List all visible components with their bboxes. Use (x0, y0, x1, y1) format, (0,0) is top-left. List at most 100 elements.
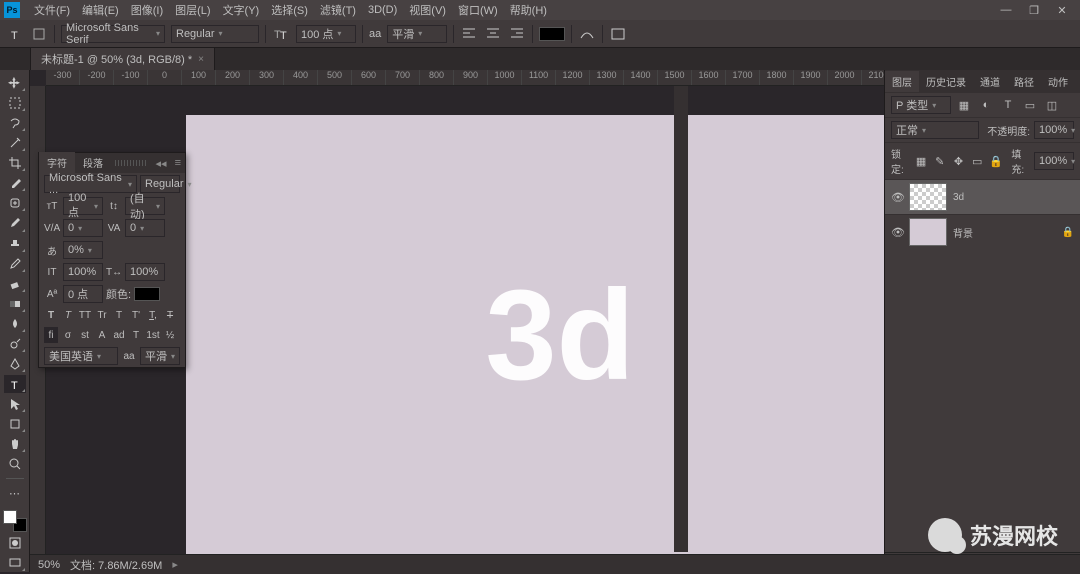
menu-3d[interactable]: 3D(D) (362, 4, 403, 16)
history-brush-tool[interactable] (4, 255, 26, 273)
opentype-btn2[interactable]: σ (61, 327, 75, 343)
canvas[interactable]: 3d (186, 115, 884, 555)
menu-edit[interactable]: 编辑(E) (76, 2, 125, 18)
opentype-btn7[interactable]: 1st (146, 327, 160, 343)
cp-hscale-dropdown[interactable]: 100% (125, 263, 165, 281)
zoom-level[interactable]: 50% (38, 559, 60, 571)
lock-position-icon[interactable]: ✥ (951, 152, 966, 170)
align-left-icon[interactable] (460, 25, 478, 43)
type-tool[interactable]: T (4, 375, 26, 393)
cp-kerning-dropdown[interactable]: 0▾ (63, 219, 103, 237)
panel-menu-icon[interactable]: ≡ (171, 157, 185, 169)
layer-filter-dropdown[interactable]: P 类型▾ (891, 96, 951, 114)
font-family-dropdown[interactable]: Microsoft Sans Serif▾ (61, 25, 165, 43)
menu-type[interactable]: 文字(Y) (217, 2, 266, 18)
text-color-swatch[interactable] (539, 27, 565, 41)
blur-tool[interactable] (4, 315, 26, 333)
filter-image-icon[interactable]: ▦ (955, 96, 973, 114)
eye-icon[interactable]: 👁 (891, 226, 903, 239)
menu-layer[interactable]: 图层(L) (169, 2, 216, 18)
fill-dropdown[interactable]: 100%▾ (1034, 152, 1074, 170)
dodge-tool[interactable] (4, 335, 26, 353)
layer-thumbnail[interactable] (909, 218, 947, 246)
edit-toolbar[interactable]: ⋯ (4, 484, 26, 502)
type-tool-icon[interactable]: T (6, 25, 24, 43)
window-restore[interactable]: ❐ (1020, 4, 1048, 17)
close-tab-icon[interactable]: × (198, 54, 204, 65)
quickmask-toggle[interactable] (4, 534, 26, 552)
antialias-dropdown[interactable]: 平滑▾ (387, 25, 447, 43)
lock-transparent-icon[interactable]: ▦ (914, 152, 929, 170)
window-minimize[interactable]: — (992, 4, 1020, 16)
tab-paragraph[interactable]: 段落 (75, 152, 111, 173)
font-weight-dropdown[interactable]: Regular▾ (171, 25, 259, 43)
lock-all-icon[interactable]: 🔒 (989, 152, 1004, 170)
color-swatches[interactable] (3, 510, 27, 532)
layer-row[interactable]: 👁 背景 🔒 (885, 214, 1080, 249)
status-chevron-icon[interactable]: ▸ (172, 558, 178, 571)
lasso-tool[interactable] (4, 114, 26, 132)
filter-type-icon[interactable]: T (999, 96, 1017, 114)
superscript-button[interactable]: T (112, 307, 126, 323)
cp-baseline-input[interactable]: 0 点 (63, 285, 103, 303)
opentype-btn4[interactable]: A (95, 327, 109, 343)
italic-button[interactable]: T (61, 307, 75, 323)
tab-layers[interactable]: 图层 (885, 71, 919, 92)
underline-button[interactable]: T, (146, 307, 160, 323)
heal-tool[interactable] (4, 194, 26, 212)
orientation-toggle-icon[interactable] (30, 25, 48, 43)
character-panel-toggle-icon[interactable] (609, 25, 627, 43)
subscript-button[interactable]: T' (129, 307, 143, 323)
strike-button[interactable]: T (163, 307, 177, 323)
blend-mode-dropdown[interactable]: 正常▾ (891, 121, 979, 139)
menu-file[interactable]: 文件(F) (28, 2, 76, 18)
gradient-tool[interactable] (4, 295, 26, 313)
cp-leading-dropdown[interactable]: (自动)▾ (125, 197, 165, 215)
align-right-icon[interactable] (508, 25, 526, 43)
cp-aa-dropdown[interactable]: 平滑▾ (140, 347, 180, 365)
opentype-btn5[interactable]: ad (112, 327, 126, 343)
brush-tool[interactable] (4, 214, 26, 232)
screenmode-toggle[interactable] (4, 554, 26, 572)
tab-character[interactable]: 字符 (39, 152, 75, 173)
document-tab[interactable]: 未标题-1 @ 50% (3d, RGB/8) * × (30, 47, 215, 70)
layer-name[interactable]: 背景 (953, 225, 973, 240)
cp-size-dropdown[interactable]: 100 点▾ (63, 197, 103, 215)
warp-text-icon[interactable] (578, 25, 596, 43)
eyedropper-tool[interactable] (4, 174, 26, 192)
ligatures-button[interactable]: fi (44, 327, 58, 343)
lock-artboard-icon[interactable]: ▭ (970, 152, 985, 170)
filter-shape-icon[interactable]: ▭ (1021, 96, 1039, 114)
opentype-btn6[interactable]: T (129, 327, 143, 343)
pen-tool[interactable] (4, 355, 26, 373)
path-select-tool[interactable] (4, 395, 26, 413)
menu-view[interactable]: 视图(V) (403, 2, 452, 18)
zoom-tool[interactable] (4, 455, 26, 473)
tab-paths[interactable]: 路径 (1007, 71, 1041, 92)
lock-image-icon[interactable]: ✎ (932, 152, 947, 170)
eraser-tool[interactable] (4, 275, 26, 293)
document-info[interactable]: 文档: 7.86M/2.69M (70, 557, 162, 573)
wand-tool[interactable] (4, 134, 26, 152)
cp-font-dropdown[interactable]: Microsoft Sans ...▾ (44, 175, 137, 193)
menu-select[interactable]: 选择(S) (265, 2, 314, 18)
eye-icon[interactable]: 👁 (891, 191, 903, 204)
tab-history[interactable]: 历史记录 (919, 71, 973, 92)
panel-close-icon[interactable]: ◂◂ (152, 157, 171, 170)
cp-lang-dropdown[interactable]: 美国英语▾ (44, 347, 118, 365)
menu-image[interactable]: 图像(I) (125, 2, 169, 18)
cp-color-swatch[interactable] (134, 287, 160, 301)
filter-smart-icon[interactable]: ◫ (1043, 96, 1061, 114)
ruler-horizontal[interactable]: -300-200-1000100200300400500600700800900… (46, 70, 884, 86)
font-size-dropdown[interactable]: 100 点▾ (296, 25, 356, 43)
opacity-dropdown[interactable]: 100%▾ (1034, 121, 1074, 139)
tab-channels[interactable]: 通道 (973, 71, 1007, 92)
filter-adjust-icon[interactable]: ◐ (977, 96, 995, 114)
cp-vscale-dropdown[interactable]: 100% (63, 263, 103, 281)
panel-drag-handle[interactable] (115, 160, 148, 166)
opentype-btn8[interactable]: ½ (163, 327, 177, 343)
window-close[interactable]: ✕ (1048, 4, 1076, 17)
layer-thumbnail[interactable] (909, 183, 947, 211)
opentype-btn3[interactable]: st (78, 327, 92, 343)
menu-help[interactable]: 帮助(H) (504, 2, 553, 18)
